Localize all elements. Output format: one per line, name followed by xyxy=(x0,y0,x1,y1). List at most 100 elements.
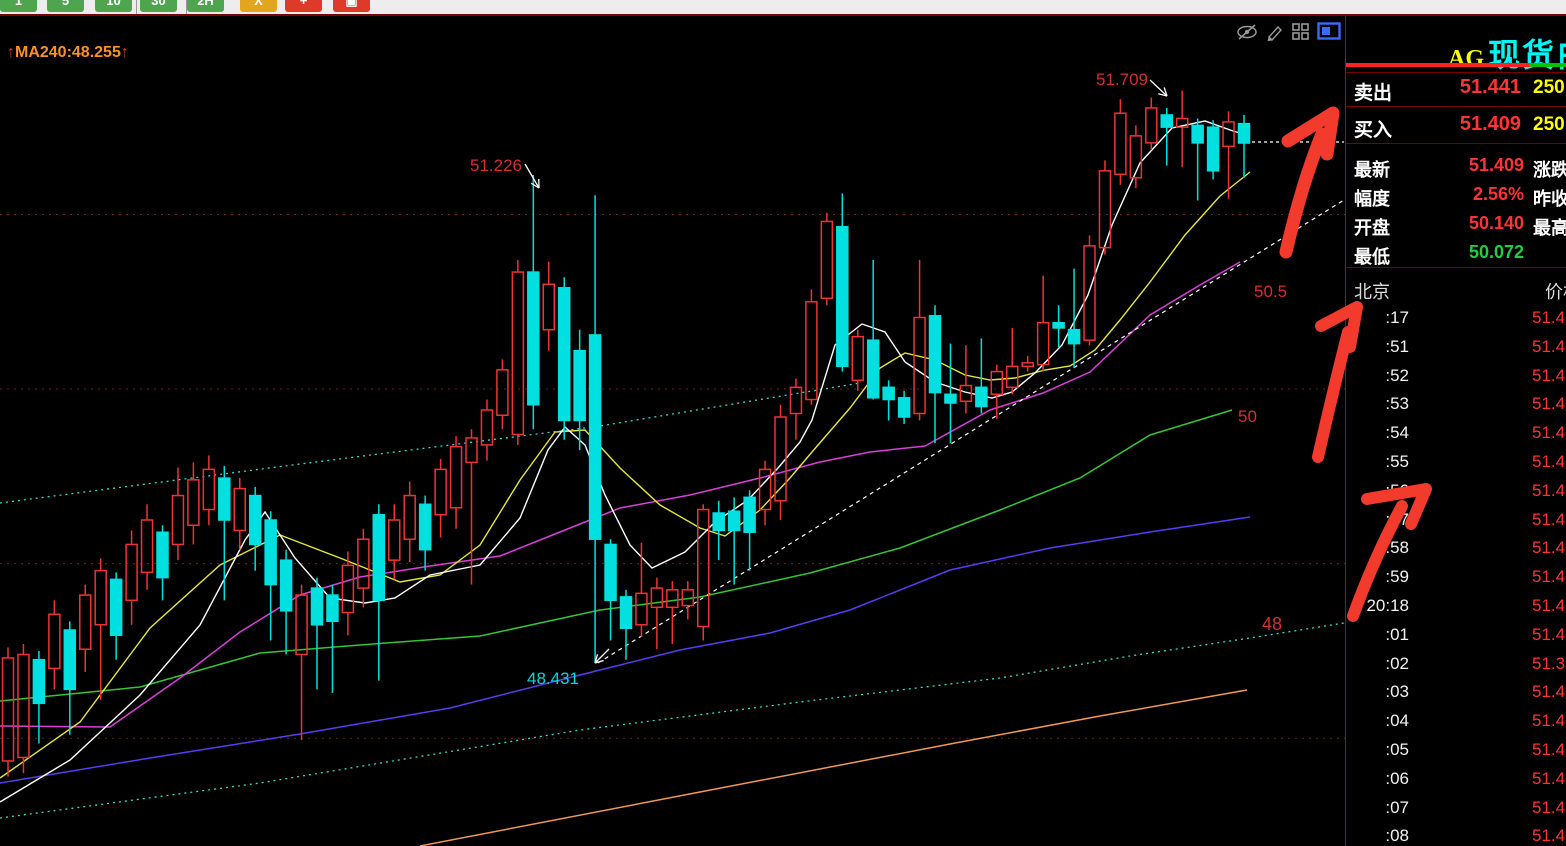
candlestick-chart[interactable]: 51.22651.70948.43150.55048 xyxy=(0,0,1345,846)
divider xyxy=(1346,267,1566,268)
period-button-1[interactable]: 1 xyxy=(0,0,37,12)
tick-price: 51.4 xyxy=(1532,481,1565,501)
candle-body xyxy=(1239,124,1250,143)
tick-row: :0751.4 xyxy=(1346,796,1566,824)
candle-body xyxy=(806,302,817,400)
period-button-+[interactable]: + xyxy=(285,0,322,12)
candle-body xyxy=(1161,115,1172,127)
tick-row: :0651.4 xyxy=(1346,767,1566,795)
period-button-10[interactable]: 10 xyxy=(95,0,132,12)
change-label: 涨跌 xyxy=(1533,156,1566,182)
candle-body xyxy=(1208,127,1219,171)
candle-body xyxy=(420,504,431,549)
tick-time: :52 xyxy=(1346,366,1409,386)
price-annotation: 48.431 xyxy=(527,669,579,688)
up-arrow-icon: ↑ xyxy=(121,44,129,61)
tick-price: 51.3 xyxy=(1532,654,1565,674)
buy-sell-ratio-bar xyxy=(1346,63,1566,67)
tick-time: :56 xyxy=(1346,481,1409,501)
prev-close-label: 昨收 xyxy=(1533,185,1566,211)
instrument-name: 现货白银 xyxy=(1488,37,1566,73)
quote-panel: AG 现货白银 卖出 51.441 250 买入 51.409 250 最新 5… xyxy=(1345,16,1566,846)
candle-body xyxy=(945,394,956,403)
tick-time: :07 xyxy=(1346,798,1409,818)
tick-row: :0151.4 xyxy=(1346,623,1566,651)
tick-price: 51.4 xyxy=(1532,423,1565,443)
tick-row: :0551.4 xyxy=(1346,738,1566,766)
low-row: 最低 50.072 xyxy=(1346,241,1566,268)
candle-body xyxy=(899,398,910,417)
candle-body xyxy=(111,579,122,635)
candle-body xyxy=(543,284,554,329)
candle-body xyxy=(389,520,400,560)
candle-body xyxy=(590,335,601,539)
candle-body xyxy=(250,496,261,545)
symbol-code: AG xyxy=(1448,46,1484,72)
tick-time: :53 xyxy=(1346,394,1409,414)
tick-row: :1751.4 xyxy=(1346,306,1566,334)
hide-drawings-icon[interactable] xyxy=(1236,23,1258,46)
tick-price: 51.4 xyxy=(1532,538,1565,558)
up-arrow-icon: ↑ xyxy=(7,44,15,61)
candle-body xyxy=(312,588,323,625)
candle-body xyxy=(1053,323,1064,328)
tick-row: :0851.4 xyxy=(1346,824,1566,846)
candle-body xyxy=(157,532,168,577)
sell-volume: 250 xyxy=(1533,77,1565,99)
ma-magenta xyxy=(0,262,1240,727)
tick-price: 51.4 xyxy=(1532,394,1565,414)
candle-body xyxy=(18,654,29,757)
candle-body xyxy=(729,511,740,530)
range-value: 2.56% xyxy=(1346,184,1524,205)
period-button-▣[interactable]: ▣ xyxy=(333,0,370,12)
tick-row: :5851.4 xyxy=(1346,536,1566,564)
chart-canvas[interactable]: 51.22651.70948.43150.55048 ↑MA240:48.255… xyxy=(0,0,1345,846)
candle-body xyxy=(219,478,230,520)
panel-toggle-icon[interactable] xyxy=(1317,22,1342,46)
candle-body xyxy=(667,590,678,607)
tick-row: :56 51.4 xyxy=(1346,479,1566,507)
period-button-30[interactable]: 30 xyxy=(140,0,177,12)
candle-body xyxy=(404,496,415,540)
latest-row: 最新 51.409 涨跌 xyxy=(1346,154,1566,181)
candle-body xyxy=(466,438,477,462)
tick-row: :0451.4 xyxy=(1346,709,1566,737)
tick-row: :5951.4 xyxy=(1346,565,1566,593)
tick-price: 51.4 xyxy=(1532,337,1565,357)
candle-body xyxy=(930,316,941,393)
period-button-X[interactable]: X xyxy=(240,0,277,12)
period-button-2H[interactable]: 2H xyxy=(187,0,224,12)
period-toolbar: 15 10 30 2H X + ▣ xyxy=(0,0,1566,14)
buy-quote-row[interactable]: 买入 51.409 250 xyxy=(1346,113,1566,143)
candle-body xyxy=(1022,363,1033,366)
high-label: 最高 xyxy=(1533,214,1566,240)
candle-body xyxy=(342,565,353,612)
tick-price: 51.4 xyxy=(1532,769,1565,789)
tick-time: :51 xyxy=(1346,337,1409,357)
price-annotation: 50 xyxy=(1238,407,1257,426)
sell-quote-row[interactable]: 卖出 51.441 250 xyxy=(1346,76,1566,106)
ratio-bar-green xyxy=(1529,63,1566,67)
pencil-icon[interactable] xyxy=(1265,23,1285,46)
candle-body xyxy=(914,317,925,413)
candle-body xyxy=(265,520,276,585)
tick-price: 51.4 xyxy=(1532,366,1565,386)
tick-time: :17 xyxy=(1346,308,1409,328)
candle-body xyxy=(883,387,894,399)
time-column-header: 北京 xyxy=(1354,278,1390,304)
price-annotation: 51.709 xyxy=(1096,70,1148,89)
candle-body xyxy=(821,221,832,298)
candle-body xyxy=(790,387,801,413)
price-annotation: 50.5 xyxy=(1254,282,1287,301)
candle-body xyxy=(172,496,183,545)
candle-body xyxy=(33,660,44,704)
candle-body xyxy=(327,595,338,621)
grid-layout-icon[interactable] xyxy=(1292,23,1310,46)
candle-body xyxy=(621,597,632,628)
candle-body xyxy=(636,593,647,624)
trendline xyxy=(598,200,1344,663)
period-button-5[interactable]: 5 xyxy=(47,0,84,12)
tick-row: :5451.4 xyxy=(1346,421,1566,449)
tick-price: 51.4 xyxy=(1532,682,1565,702)
open-value: 50.140 xyxy=(1346,213,1524,234)
